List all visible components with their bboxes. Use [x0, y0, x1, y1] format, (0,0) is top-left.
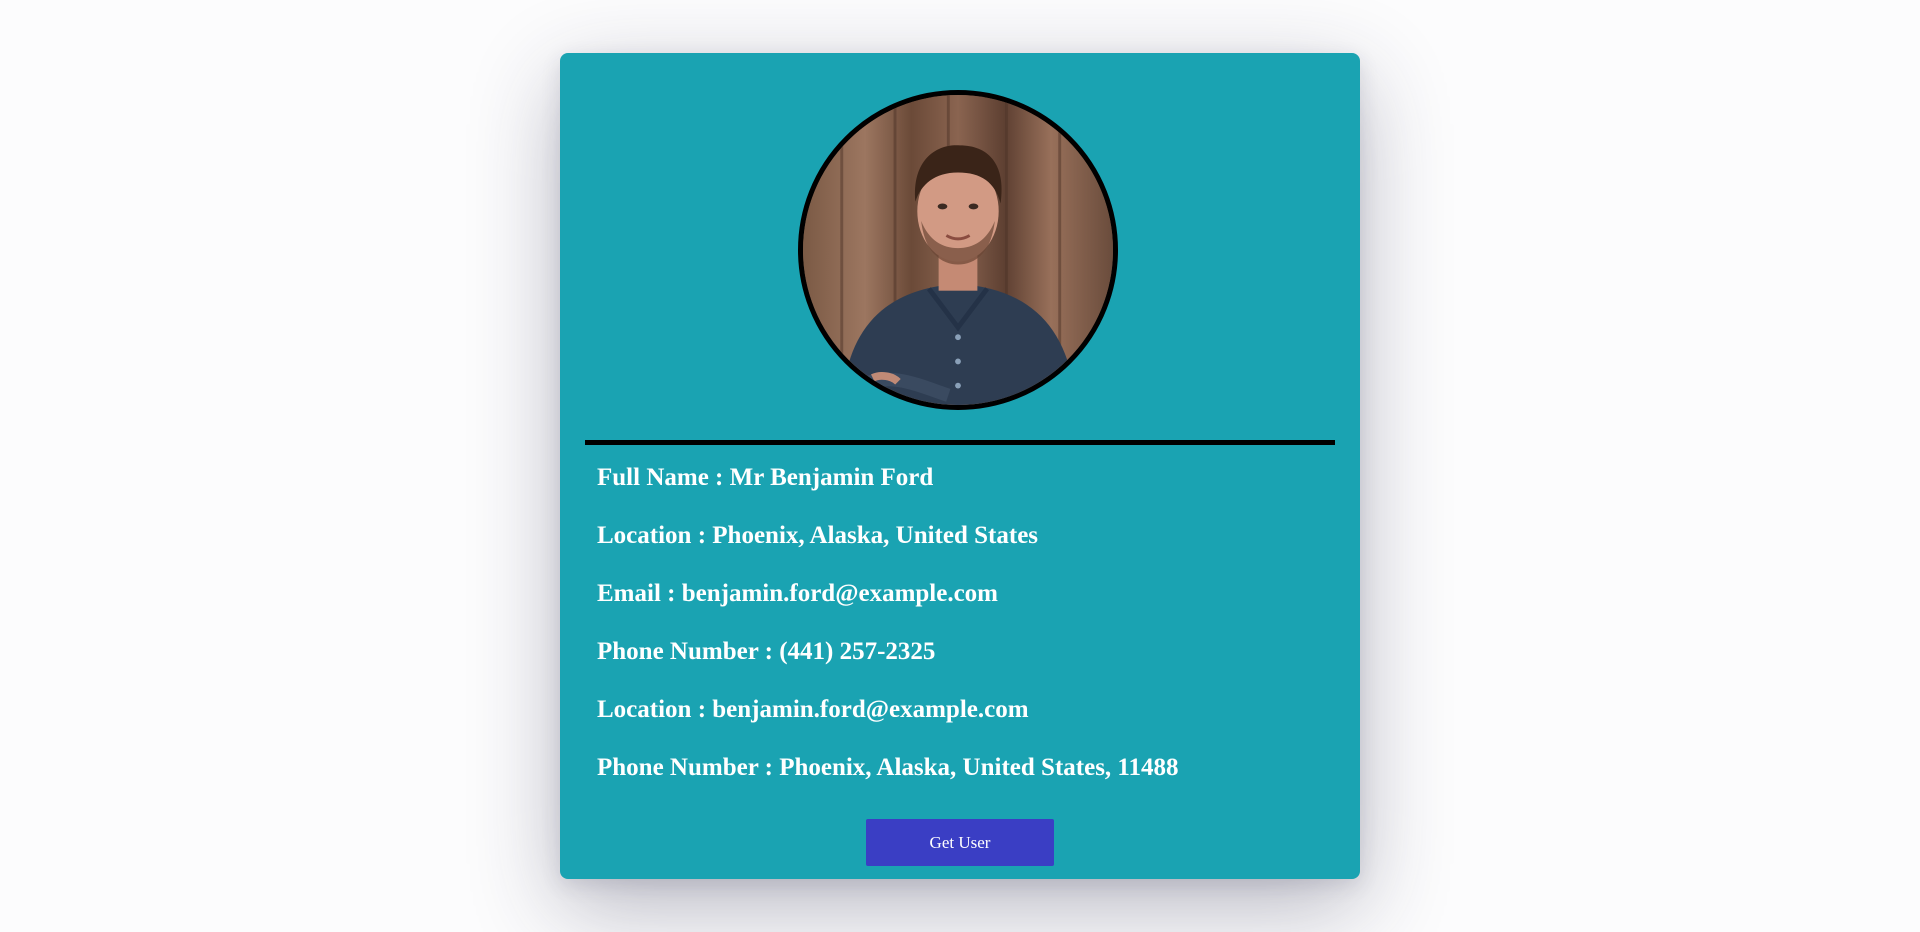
user-avatar	[798, 90, 1118, 410]
user-card: Full Name : Mr Benjamin Ford Location : …	[560, 53, 1360, 879]
info-separator: :	[691, 522, 713, 549]
user-info-list: Full Name : Mr Benjamin Ford Location : …	[597, 458, 1337, 806]
divider	[585, 440, 1335, 445]
get-user-button[interactable]: Get User	[866, 819, 1054, 866]
info-value: benjamin.ford@example.com	[681, 580, 999, 607]
info-row-location: Location : Phoenix, Alaska, United State…	[597, 516, 1337, 574]
info-label: Location	[597, 696, 692, 723]
info-value: Mr Benjamin Ford	[729, 464, 934, 491]
info-separator: :	[708, 464, 730, 491]
info-separator: :	[660, 580, 682, 607]
info-row-phone-2: Phone Number : Phoenix, Alaska, United S…	[597, 748, 1337, 806]
info-label: Full Name	[597, 464, 709, 491]
info-label: Location	[597, 522, 692, 549]
info-separator: :	[758, 754, 780, 781]
info-value: Phoenix, Alaska, United States	[712, 522, 1039, 549]
info-value: benjamin.ford@example.com	[712, 696, 1029, 723]
info-separator: :	[691, 696, 713, 723]
info-value: Phoenix, Alaska, United States, 11488	[779, 754, 1179, 781]
info-value: (441) 257-2325	[779, 638, 936, 665]
info-label: Phone Number	[597, 638, 759, 665]
info-row-phone: Phone Number : (441) 257-2325	[597, 632, 1337, 690]
info-row-email: Email : benjamin.ford@example.com	[597, 574, 1337, 632]
info-row-full-name: Full Name : Mr Benjamin Ford	[597, 458, 1337, 516]
info-label: Phone Number	[597, 754, 759, 781]
info-separator: :	[758, 638, 780, 665]
info-label: Email	[597, 580, 661, 607]
user-photo-image	[803, 95, 1113, 405]
info-row-location-2: Location : benjamin.ford@example.com	[597, 690, 1337, 748]
